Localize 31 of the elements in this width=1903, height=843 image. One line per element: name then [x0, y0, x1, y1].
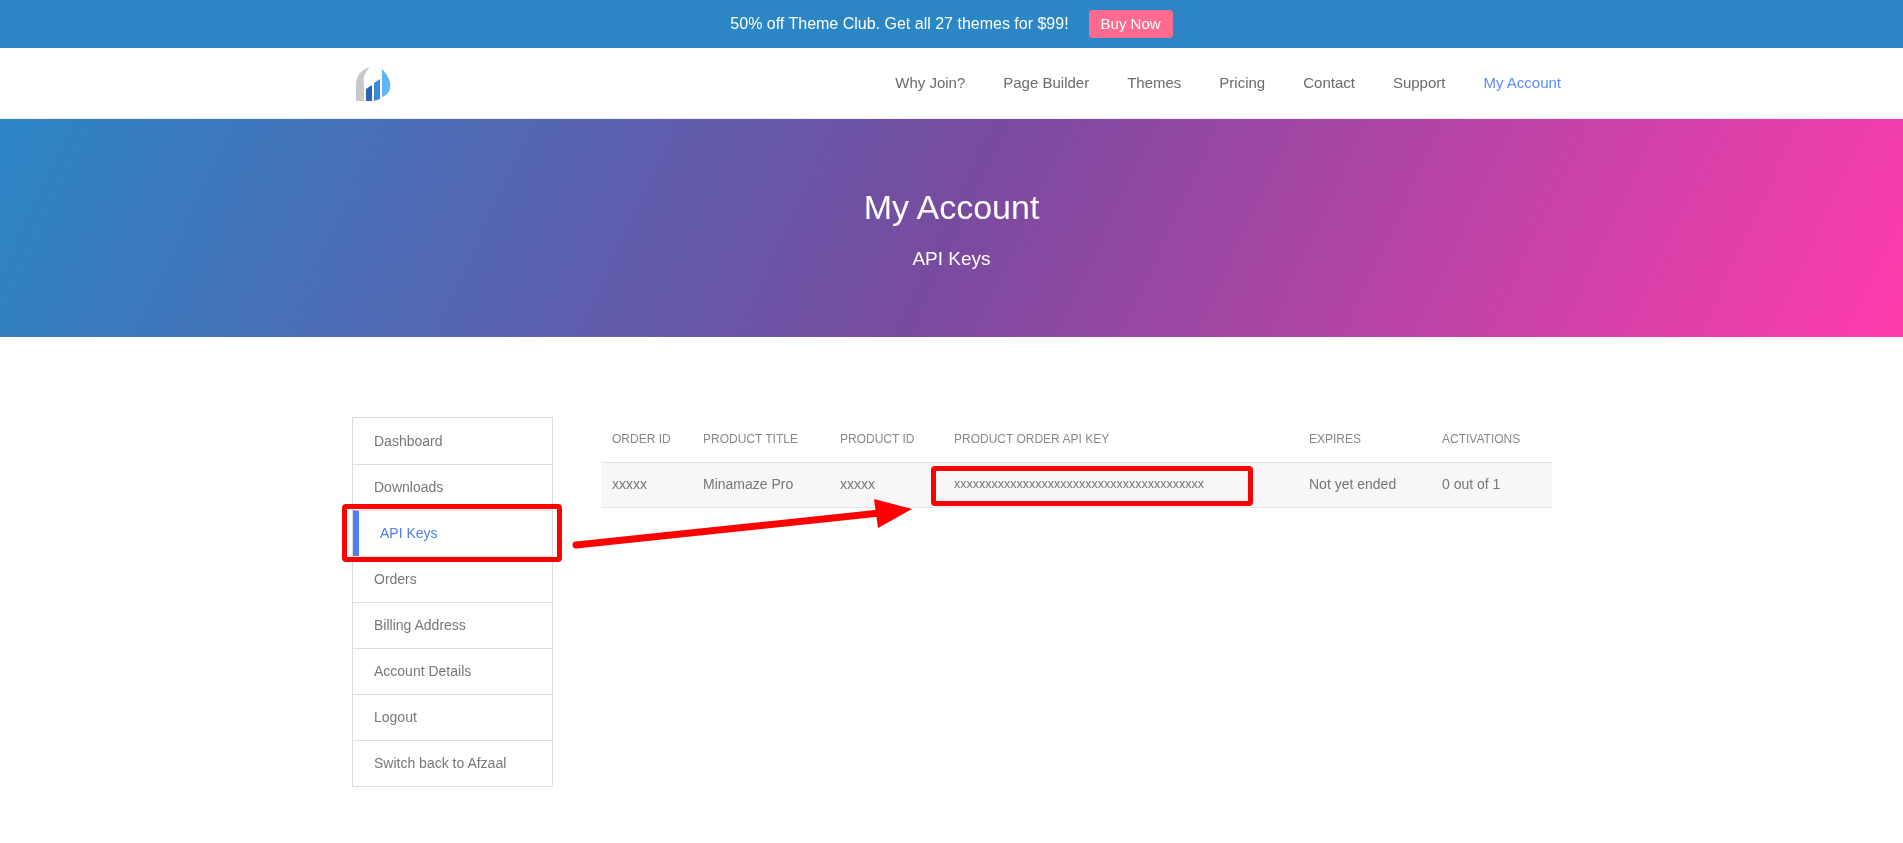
- column-header: PRODUCT ORDER API KEY: [943, 417, 1298, 462]
- sidebar-item[interactable]: Orders: [353, 556, 552, 602]
- nav-link[interactable]: Contact: [1303, 71, 1355, 95]
- table-cell: Minamaze Pro: [703, 476, 794, 492]
- sidebar-item[interactable]: Dashboard: [353, 418, 552, 464]
- column-header: PRODUCT ID: [829, 417, 943, 462]
- sidebar-item[interactable]: Account Details: [353, 648, 552, 694]
- column-header: ORDER ID: [601, 417, 692, 462]
- promo-text: 50% off Theme Club. Get all 27 themes for $99!: [730, 14, 1069, 34]
- nav-link[interactable]: My Account: [1483, 71, 1561, 95]
- nav-link[interactable]: Support: [1392, 71, 1446, 95]
- table-cell: Not yet ended: [1309, 476, 1397, 492]
- nav-link[interactable]: Pricing: [1219, 71, 1266, 95]
- sidebar-item[interactable]: Logout: [353, 694, 552, 740]
- table-cell: xxxxxxxxxxxxxxxxxxxxxxxxxxxxxxxxxxxxxxxx: [954, 477, 1204, 492]
- column-header: EXPIRES: [1298, 417, 1431, 462]
- table-cell: xxxxx: [612, 476, 647, 492]
- table-cell: 0 out of 1: [1442, 476, 1501, 492]
- sidebar-item[interactable]: Billing Address: [353, 602, 552, 648]
- column-header: ACTIVATIONS: [1431, 417, 1552, 462]
- nav-link[interactable]: Page Builder: [1003, 71, 1090, 95]
- sidebar-item[interactable]: Switch back to Afzaal: [353, 740, 552, 786]
- table-cell: xxxxx: [840, 476, 875, 492]
- buy-now-button[interactable]: Buy Now: [1088, 10, 1173, 38]
- page-subtitle: API Keys: [912, 247, 991, 272]
- nav-link[interactable]: Why Join?: [895, 71, 966, 95]
- page-title: My Account: [863, 187, 1040, 229]
- sidebar-item[interactable]: API Keys: [353, 510, 552, 556]
- sidebar-item[interactable]: Downloads: [353, 464, 552, 510]
- column-header: PRODUCT TITLE: [692, 417, 829, 462]
- nav-link[interactable]: Themes: [1127, 71, 1182, 95]
